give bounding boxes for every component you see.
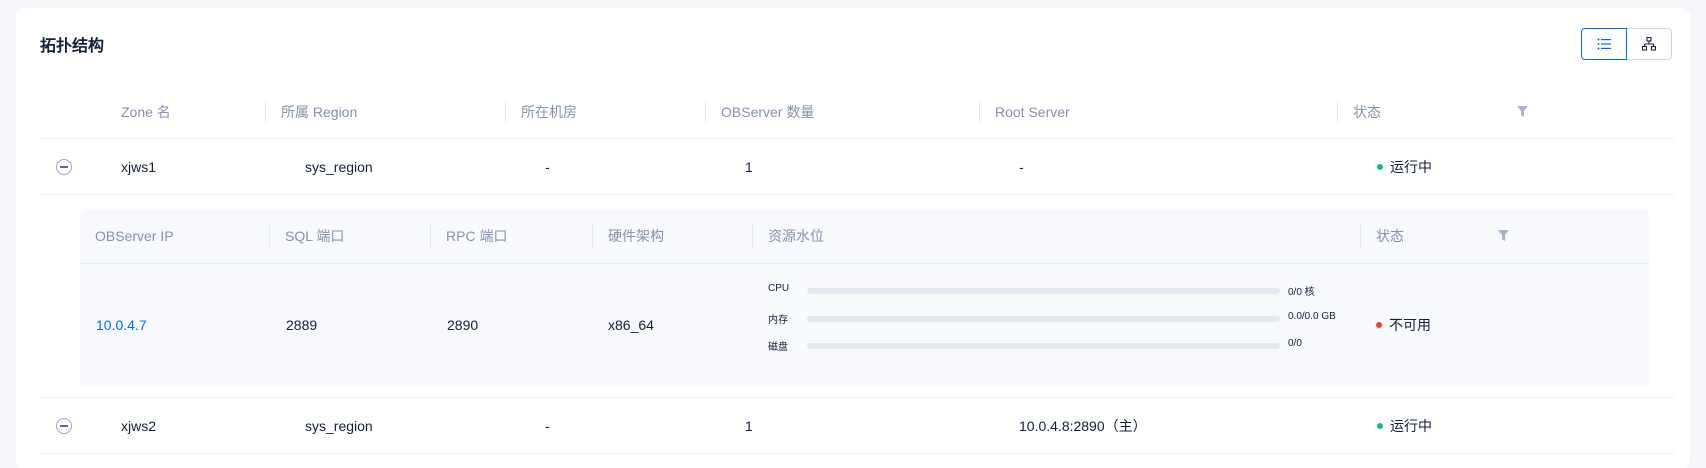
col-status: 状态 xyxy=(1376,228,1404,244)
disk-value: 0/0 xyxy=(1288,338,1302,349)
cpu-label: CPU xyxy=(768,283,790,294)
status-dot-icon xyxy=(1376,322,1382,328)
col-status: 状态 xyxy=(1353,104,1381,120)
cpu-usage: CPU 0/0 核 xyxy=(768,283,1328,298)
memory-usage: 内存 0.0/0.0 GB xyxy=(768,311,1336,326)
zone-table: Zone 名 所属 Region 所在机房 OBServer 数量 Root S… xyxy=(40,86,1674,454)
status-text: 运行中 xyxy=(1390,417,1432,434)
status-text: 不可用 xyxy=(1389,317,1431,333)
status-badge: 运行中 xyxy=(1377,398,1432,453)
status-text: 运行中 xyxy=(1390,158,1432,175)
cpu-progress-bar xyxy=(807,288,1280,294)
col-zone-name: Zone 名 xyxy=(121,104,171,120)
observer-ip-link[interactable]: 10.0.4.7 xyxy=(96,264,147,386)
filter-icon[interactable] xyxy=(1517,106,1528,117)
observer-count: 1 xyxy=(745,417,753,434)
table-row: xjws1 sys_region - 1 - 运行中 xyxy=(40,139,1674,195)
collapse-icon[interactable] xyxy=(56,417,72,434)
topology-view-button[interactable] xyxy=(1626,28,1672,60)
zone-expanded-panel: OBServer IP SQL 端口 RPC 端口 硬件架构 资源水位 状态 1… xyxy=(40,195,1674,398)
list-view-button[interactable] xyxy=(1581,28,1627,60)
root-server: - xyxy=(1019,158,1024,175)
col-sql-port: SQL 端口 xyxy=(285,228,345,244)
rpc-port: 2890 xyxy=(447,317,479,333)
observer-count: 1 xyxy=(745,158,753,175)
idc: - xyxy=(545,417,550,434)
col-observer-count: OBServer 数量 xyxy=(721,104,815,120)
status-badge: 运行中 xyxy=(1377,139,1432,194)
col-idc: 所在机房 xyxy=(521,104,577,120)
list-icon xyxy=(1597,38,1611,50)
sql-port: 2889 xyxy=(286,317,318,333)
view-toggle xyxy=(1581,28,1672,60)
topology-card: 拓扑结构 Zone 名 所属 Region 所在机房 OBServer 数量 R… xyxy=(16,8,1690,468)
region: sys_region xyxy=(305,158,373,175)
memory-value: 0.0/0.0 GB xyxy=(1288,311,1336,322)
table-row: xjws2 sys_region - 1 10.0.4.8:2890（主） 运行… xyxy=(40,398,1674,454)
zone-table-header: Zone 名 所属 Region 所在机房 OBServer 数量 Root S… xyxy=(40,86,1674,139)
status-dot-icon xyxy=(1377,422,1383,429)
idc: - xyxy=(545,158,550,175)
zone-name: xjws2 xyxy=(121,417,157,434)
root-server: 10.0.4.8:2890（主） xyxy=(1019,417,1147,434)
observer-table: OBServer IP SQL 端口 RPC 端口 硬件架构 资源水位 状态 1… xyxy=(80,209,1649,386)
status-dot-icon xyxy=(1377,163,1383,170)
col-observer-ip: OBServer IP xyxy=(95,228,174,244)
status-badge: 不可用 xyxy=(1376,264,1431,386)
zone-name: xjws1 xyxy=(121,158,157,175)
col-resources: 资源水位 xyxy=(768,228,824,244)
memory-progress-bar xyxy=(807,316,1280,322)
topology-icon xyxy=(1642,37,1656,51)
filter-icon[interactable] xyxy=(1498,230,1509,241)
memory-label: 内存 xyxy=(768,315,788,326)
disk-usage: 磁盘 0/0 xyxy=(768,338,1328,353)
disk-label: 磁盘 xyxy=(768,342,788,353)
col-region: 所属 Region xyxy=(281,104,358,120)
table-row: 10.0.4.7 2889 2890 x86_64 CPU 0/0 核 内存 0… xyxy=(80,264,1649,386)
col-arch: 硬件架构 xyxy=(608,228,664,244)
region: sys_region xyxy=(305,417,373,434)
cpu-value: 0/0 核 xyxy=(1288,287,1315,298)
collapse-icon[interactable] xyxy=(56,158,72,175)
col-rpc-port: RPC 端口 xyxy=(446,228,508,244)
disk-progress-bar xyxy=(807,343,1280,349)
col-root-server: Root Server xyxy=(995,104,1070,120)
page-title: 拓扑结构 xyxy=(40,38,105,55)
observer-table-header: OBServer IP SQL 端口 RPC 端口 硬件架构 资源水位 状态 xyxy=(80,209,1649,264)
arch: x86_64 xyxy=(608,317,654,333)
